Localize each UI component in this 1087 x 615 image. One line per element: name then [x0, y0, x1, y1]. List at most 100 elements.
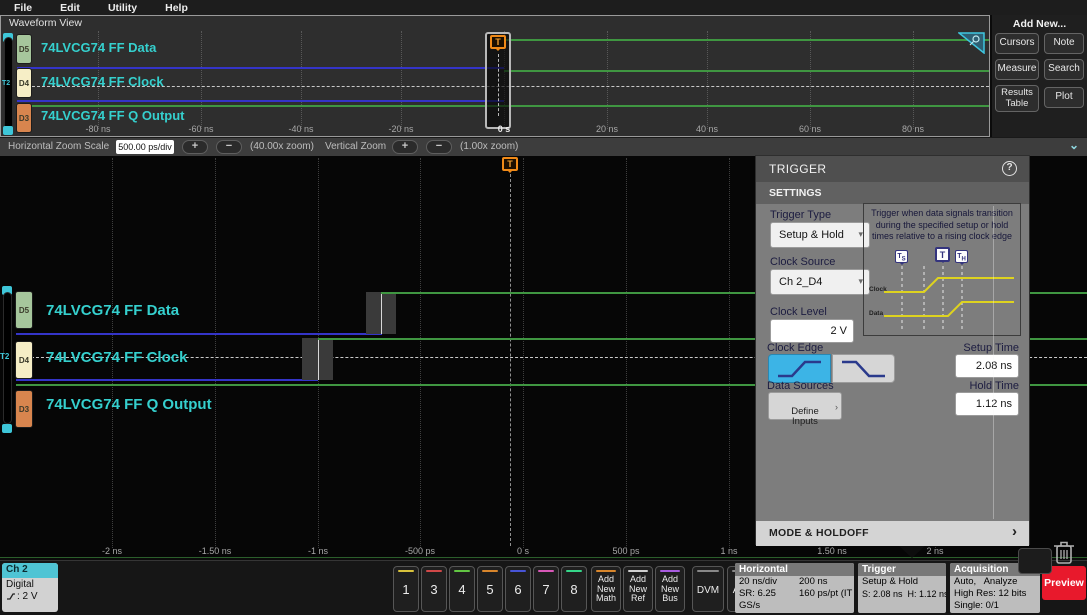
h-sample-rate: SR: 6.25 GS/s	[739, 588, 799, 612]
add-new-ref-button[interactable]: Add New Ref	[623, 566, 653, 612]
add-new-math-button[interactable]: Add New Math	[591, 566, 621, 612]
math-color-stripe	[596, 570, 616, 572]
acq-mode: Auto, Analyze	[950, 576, 1040, 588]
channel-7-button[interactable]: 7	[533, 566, 559, 612]
channel-data-label: 74LVCG74 FF Data	[46, 302, 179, 319]
data-edge-line	[381, 292, 382, 334]
tab-settings[interactable]: SETTINGS	[756, 182, 1029, 204]
help-icon[interactable]: ?	[1002, 161, 1017, 176]
channel-number: 3	[422, 582, 446, 597]
v-zoom-factor: (1.00x zoom)	[460, 141, 518, 152]
axis-tick: 1.50 ns	[817, 546, 847, 556]
ref-color-stripe	[628, 570, 648, 572]
channel-clock-label: 74LVCG74 FF Clock	[46, 349, 187, 366]
trigger-panel-titlebar[interactable]: TRIGGER ?	[756, 156, 1029, 182]
channel-2-threshold: : 2 V	[2, 590, 58, 602]
trigger-panel-title: TRIGGER	[769, 162, 826, 176]
channel-1-button[interactable]: 1	[393, 566, 419, 612]
channel-q-output-label: 74LVCG74 FF Q Output	[41, 108, 185, 123]
collapse-chevron-icon[interactable]: ⌄	[1069, 138, 1079, 152]
channel-data-label: 74LVCG74 FF Data	[41, 40, 156, 55]
channel-color-stripe	[398, 570, 414, 572]
trigger-flag-icon: T	[935, 247, 950, 262]
mode-holdoff-section[interactable]: MODE & HOLDOFF ›	[756, 521, 1029, 546]
search-button[interactable]: Search	[1044, 59, 1084, 80]
dvm-button[interactable]: DVM	[692, 566, 724, 612]
trigger-title: Trigger	[858, 563, 946, 576]
mode-holdoff-label: MODE & HOLDOFF	[769, 527, 869, 539]
h-zoom-scale-input[interactable]: 500.00 ps/div	[116, 140, 174, 154]
rising-edge-button[interactable]	[768, 354, 831, 383]
badge-d5[interactable]: D5	[15, 291, 33, 329]
badge-d3[interactable]: D3	[15, 390, 33, 428]
channel-group-handle-bottom[interactable]	[2, 424, 12, 433]
channel-number: 8	[562, 582, 586, 597]
gridline	[913, 31, 914, 129]
channel-group-handle-bottom[interactable]	[3, 126, 13, 135]
channel-4-button[interactable]: 4	[449, 566, 475, 612]
setup-hold-diagram	[864, 264, 1020, 335]
measure-button[interactable]: Measure	[995, 59, 1039, 80]
cursors-button[interactable]: Cursors	[995, 33, 1039, 54]
v-zoom-plus-button[interactable]: +	[392, 140, 418, 154]
zoom-window-box[interactable]: T	[485, 32, 511, 129]
trigger-marker-icon[interactable]: T	[490, 35, 506, 49]
gridline	[201, 31, 202, 129]
h-zoom-plus-button[interactable]: +	[182, 140, 208, 154]
clock-edge-line	[318, 338, 319, 380]
waveform-overview[interactable]: Waveform View T2 D5 D4 D3 74LVCG74 FF Da…	[0, 15, 990, 137]
channel-3-button[interactable]: 3	[421, 566, 447, 612]
menu-edit[interactable]: Edit	[60, 2, 80, 14]
acq-resolution: High Res: 12 bits	[950, 588, 1040, 600]
channel-2-badge[interactable]: Ch 2 Digital : 2 V	[2, 563, 58, 612]
trigger-marker-icon[interactable]: T	[502, 157, 518, 171]
badge-d5[interactable]: D5	[16, 34, 32, 64]
badge-d3[interactable]: D3	[16, 103, 32, 133]
plot-button[interactable]: Plot	[1044, 87, 1084, 108]
badge-d4[interactable]: D4	[15, 341, 33, 379]
trigger-type-dropdown[interactable]: Setup & Hold ▾	[770, 222, 870, 248]
axis-tick: 60 ns	[799, 124, 821, 134]
menu-help[interactable]: Help	[165, 2, 188, 14]
trash-icon[interactable]	[1050, 536, 1078, 568]
gridline	[301, 31, 302, 129]
setup-time-field[interactable]: 2.08 ns	[955, 354, 1019, 378]
zoom-toggle-button[interactable]	[1018, 548, 1052, 574]
channel-8-button[interactable]: 8	[561, 566, 587, 612]
v-zoom-minus-button[interactable]: −	[426, 140, 452, 154]
clock-source-dropdown[interactable]: Ch 2_D4 ▾	[770, 269, 870, 295]
gridline	[420, 158, 421, 548]
note-button[interactable]: Note	[1044, 33, 1084, 54]
channel-6-button[interactable]: 6	[505, 566, 531, 612]
zoom-scale-bar: Horizontal Zoom Scale 500.00 ps/div + − …	[0, 137, 1087, 156]
data-low-trace	[17, 67, 504, 69]
channel-5-button[interactable]: 5	[477, 566, 503, 612]
badge-d4[interactable]: D4	[16, 68, 32, 98]
h-scale: 20 ns/div	[739, 576, 799, 588]
add-new-bus-button[interactable]: Add New Bus	[655, 566, 685, 612]
trigger-source-tag: T2	[2, 80, 10, 87]
axis-tick: 1 ns	[720, 546, 737, 556]
axis-tick: -2 ns	[102, 546, 122, 556]
define-inputs-button[interactable]: Define Inputs ›	[768, 392, 842, 420]
axis-tick: -500 ps	[405, 546, 435, 556]
axis-tick: 40 ns	[696, 124, 718, 134]
menu-bar: File Edit Utility Help	[0, 0, 1087, 15]
falling-edge-button[interactable]	[832, 354, 895, 383]
bus-color-stripe	[660, 570, 680, 572]
axis-tick: -1.50 ns	[199, 546, 232, 556]
h-zoom-scale-label: Horizontal Zoom Scale	[8, 141, 109, 152]
results-table-button[interactable]: Results Table	[995, 85, 1039, 112]
gridline	[707, 31, 708, 129]
dvm-label: DVM	[693, 585, 723, 596]
horizontal-badge[interactable]: Horizontal 20 ns/div 200 ns SR: 6.25 GS/…	[735, 563, 854, 613]
h-zoom-minus-button[interactable]: −	[216, 140, 242, 154]
menu-utility[interactable]: Utility	[108, 2, 137, 14]
channel-color-stripe	[454, 570, 470, 572]
clock-level-field[interactable]: 2 V	[770, 319, 854, 343]
menu-file[interactable]: File	[14, 2, 32, 14]
trigger-badge[interactable]: Trigger Setup & Hold S: 2.08 ns H: 1.12 …	[858, 563, 946, 613]
hold-time-field[interactable]: 1.12 ns	[955, 392, 1019, 416]
zoom-overview-icon[interactable]	[958, 32, 985, 54]
channel-color-stripe	[510, 570, 526, 572]
